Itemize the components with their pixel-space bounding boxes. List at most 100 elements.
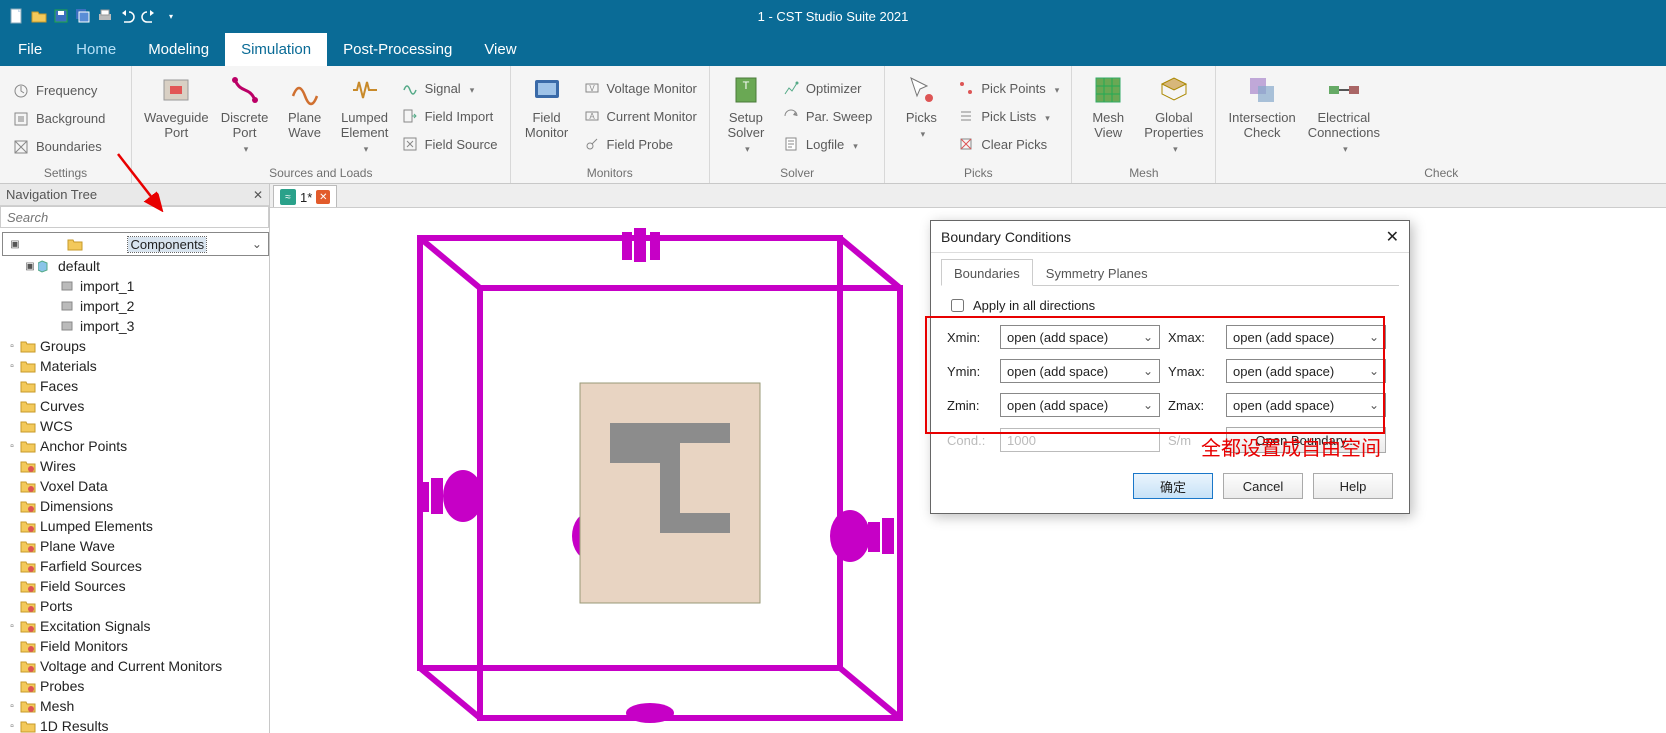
annotation-arrow [112,150,172,220]
select-zmax[interactable]: open (add space) [1226,393,1386,417]
logfile-button[interactable]: Logfile [776,130,879,158]
select-xmin[interactable]: open (add space) [1000,325,1160,349]
tree-probes[interactable]: Probes [2,676,269,696]
tree-curves[interactable]: Curves [2,396,269,416]
tab-modeling[interactable]: Modeling [132,33,225,66]
group-label-sources: Sources and Loads [138,163,504,183]
folder-icon [20,719,36,733]
tree-fmonitors[interactable]: Field Monitors [2,636,269,656]
tree-voxel[interactable]: Voxel Data [2,476,269,496]
plane-wave-button[interactable]: Plane Wave [275,68,335,140]
tab-file[interactable]: File [0,33,60,66]
current-monitor-button[interactable]: ACurrent Monitor [577,102,703,130]
folder-icon [20,379,36,393]
apply-all-checkbox[interactable] [951,299,964,312]
field-source-button[interactable]: Field Source [395,130,504,158]
doc-tab-strip: ≈ 1* ✕ [270,184,1666,208]
save-all-icon[interactable] [72,5,94,27]
tree-import-3[interactable]: import_3 [2,316,269,336]
solver-icon: T [728,72,764,108]
tree-planewave[interactable]: Plane Wave [2,536,269,556]
save-icon[interactable] [50,5,72,27]
apply-all-label: Apply in all directions [973,298,1095,313]
ok-button[interactable]: 确定 [1133,473,1213,499]
undo-icon[interactable] [116,5,138,27]
dialog-tab-symmetry[interactable]: Symmetry Planes [1033,259,1161,286]
sweep-icon [782,107,800,125]
tree-materials[interactable]: ▫Materials [2,356,269,376]
svg-text:V: V [589,84,595,93]
ribbon: Frequency Background Boundaries Settings… [0,66,1666,184]
discrete-port-button[interactable]: Discrete Port [215,68,275,157]
boundaries-button[interactable]: Boundaries [6,133,108,161]
optimizer-button[interactable]: Optimizer [776,74,879,102]
tree-wires[interactable]: Wires [2,456,269,476]
mesh-view-button[interactable]: Mesh View [1078,68,1138,140]
cancel-button[interactable]: Cancel [1223,473,1303,499]
help-button[interactable]: Help [1313,473,1393,499]
tab-simulation[interactable]: Simulation [225,33,327,66]
nav-close-icon[interactable]: ✕ [253,188,263,202]
pick-lists-button[interactable]: Pick Lists [951,102,1065,130]
optimizer-icon [782,79,800,97]
tree-faces[interactable]: Faces [2,376,269,396]
tree-excite[interactable]: ▫Excitation Signals [2,616,269,636]
background-button[interactable]: Background [6,105,111,133]
tab-post-processing[interactable]: Post-Processing [327,33,468,66]
tree-lumped[interactable]: Lumped Elements [2,516,269,536]
tree-fieldsrc[interactable]: Field Sources [2,576,269,596]
label-xmin: Xmin: [947,330,992,345]
tree-default[interactable]: ▣default [2,256,269,276]
setup-solver-button[interactable]: TSetup Solver [716,68,776,157]
ribbon-group-picks: Picks Pick Points Pick Lists Clear Picks… [885,66,1072,183]
tree-vcmon[interactable]: Voltage and Current Monitors [2,656,269,676]
print-icon[interactable] [94,5,116,27]
field-monitor-icon [529,72,565,108]
field-probe-button[interactable]: Field Probe [577,130,703,158]
tab-view[interactable]: View [468,33,532,66]
global-props-button[interactable]: Global Properties [1138,68,1209,157]
field-import-button[interactable]: Field Import [395,102,504,130]
dialog-tab-boundaries[interactable]: Boundaries [941,259,1033,286]
redo-icon[interactable] [138,5,160,27]
tab-home[interactable]: Home [60,33,132,66]
tree-dim[interactable]: Dimensions [2,496,269,516]
nav-tree[interactable]: ▣Components ▣default import_1 import_2 i… [0,228,269,733]
tree-anchor[interactable]: ▫Anchor Points [2,436,269,456]
signal-button[interactable]: Signal [395,74,504,102]
voltage-monitor-button[interactable]: VVoltage Monitor [577,74,703,102]
lumped-element-button[interactable]: Lumped Element [335,68,395,157]
tree-groups[interactable]: ▫Groups [2,336,269,356]
tree-components[interactable]: ▣Components [2,232,269,256]
select-xmax[interactable]: open (add space) [1226,325,1386,349]
field-monitor-button[interactable]: Field Monitor [517,68,577,140]
par-sweep-button[interactable]: Par. Sweep [776,102,879,130]
doc-tab[interactable]: ≈ 1* ✕ [273,185,337,207]
tree-ports[interactable]: Ports [2,596,269,616]
waveguide-port-button[interactable]: Waveguide Port [138,68,215,140]
frequency-button[interactable]: Frequency [6,77,103,105]
dialog-titlebar[interactable]: Boundary Conditions ✕ [931,221,1409,253]
picks-button[interactable]: Picks [891,68,951,142]
select-ymin[interactable]: open (add space) [1000,359,1160,383]
svg-text:T: T [743,80,750,92]
clear-picks-button[interactable]: Clear Picks [951,130,1065,158]
qat-dropdown-icon[interactable]: ▾ [160,5,182,27]
doc-tab-close-icon[interactable]: ✕ [316,190,330,204]
electrical-conn-button[interactable]: Electrical Connections [1302,68,1386,157]
tree-import-2[interactable]: import_2 [2,296,269,316]
gear-folder-icon [20,479,36,493]
new-icon[interactable] [6,5,28,27]
tree-mesh[interactable]: ▫Mesh [2,696,269,716]
tree-wcs[interactable]: WCS [2,416,269,436]
tree-1dres[interactable]: ▫1D Results [2,716,269,733]
select-ymax[interactable]: open (add space) [1226,359,1386,383]
tree-import-1[interactable]: import_1 [2,276,269,296]
folder-icon [67,237,83,251]
select-zmin[interactable]: open (add space) [1000,393,1160,417]
tree-farfield[interactable]: Farfield Sources [2,556,269,576]
open-icon[interactable] [28,5,50,27]
dialog-close-icon[interactable]: ✕ [1386,227,1399,247]
intersection-check-button[interactable]: Intersection Check [1222,68,1301,140]
pick-points-button[interactable]: Pick Points [951,74,1065,102]
